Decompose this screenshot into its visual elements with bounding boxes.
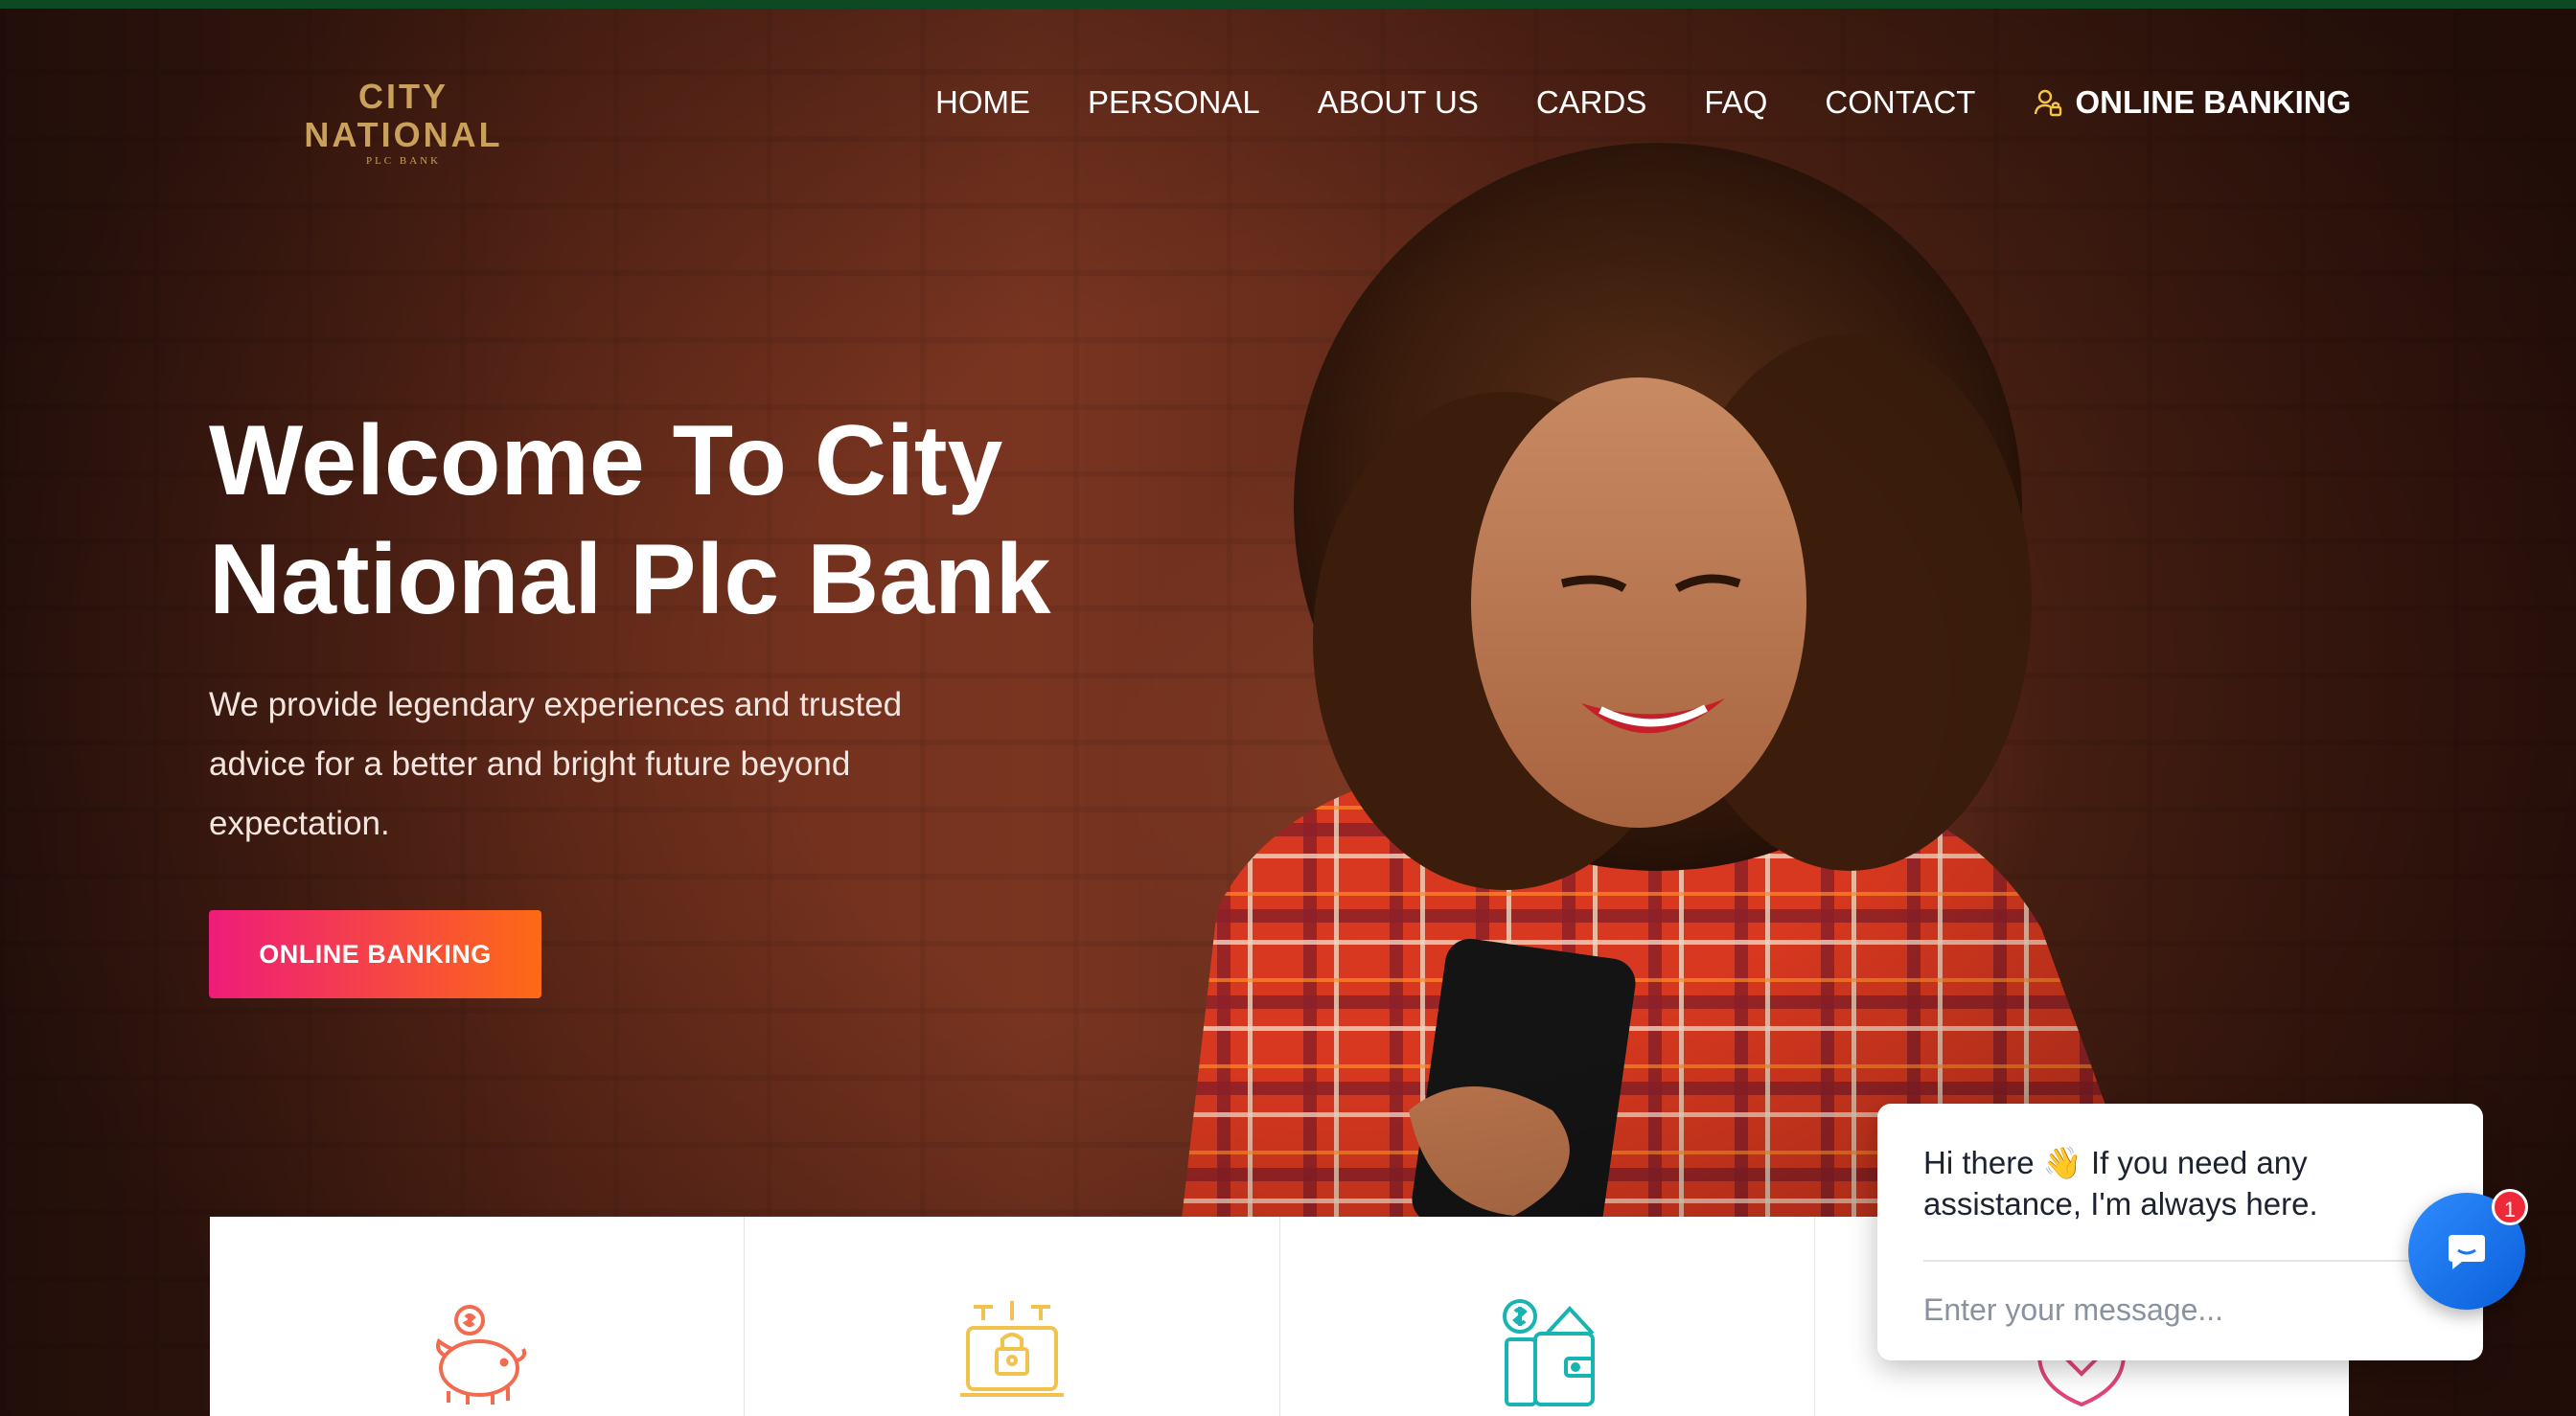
feature-card-security[interactable]: [745, 1217, 1280, 1416]
nav-faq[interactable]: FAQ: [1704, 81, 1767, 124]
brand-name: CITY NATIONAL: [304, 77, 503, 154]
hero-title-line-2: National Plc Bank: [209, 524, 1051, 635]
brand-logo[interactable]: CITY NATIONAL PLC BANK: [274, 78, 533, 168]
chat-popup: Hi there 👋 If you need any assistance, I…: [1877, 1104, 2483, 1360]
hero-title-line-1: Welcome To City: [209, 405, 1003, 516]
top-accent-bar: [0, 0, 2576, 9]
nav-cards[interactable]: CARDS: [1536, 81, 1647, 124]
hero-title: Welcome To City National Plc Bank: [209, 401, 1129, 639]
feature-card-savings[interactable]: [210, 1217, 746, 1416]
nav-contact[interactable]: CONTACT: [1825, 81, 1975, 124]
brand-tagline: PLC BANK: [365, 155, 442, 167]
online-banking-button[interactable]: ONLINE BANKING: [209, 910, 541, 998]
hero-subtitle: We provide legendary experiences and tru…: [209, 686, 903, 842]
nav-home[interactable]: HOME: [935, 81, 1030, 124]
nav-online-banking-label: ONLINE BANKING: [2075, 84, 2352, 120]
secure-laptop-icon: [959, 1301, 1064, 1397]
nav-online-banking[interactable]: ONLINE BANKING: [2033, 81, 2351, 124]
nav-personal[interactable]: PERSONAL: [1088, 81, 1260, 124]
piggy-bank-icon: [435, 1305, 526, 1405]
chat-greeting: Hi there 👋 If you need any assistance, I…: [1923, 1145, 2318, 1222]
unread-badge: 1: [2492, 1189, 2528, 1225]
main-nav: HOME PERSONAL ABOUT US CARDS FAQ CONTACT…: [935, 81, 2351, 124]
wallet-money-icon: [1503, 1299, 1596, 1406]
user-lock-icon: [2035, 89, 2062, 117]
chat-bubble-icon: [2449, 1235, 2485, 1269]
chat-message-input[interactable]: [1923, 1286, 2422, 1334]
feature-card-wallet[interactable]: [1280, 1217, 1815, 1416]
chat-divider: [1923, 1260, 2422, 1262]
nav-about-us[interactable]: ABOUT US: [1318, 81, 1479, 124]
